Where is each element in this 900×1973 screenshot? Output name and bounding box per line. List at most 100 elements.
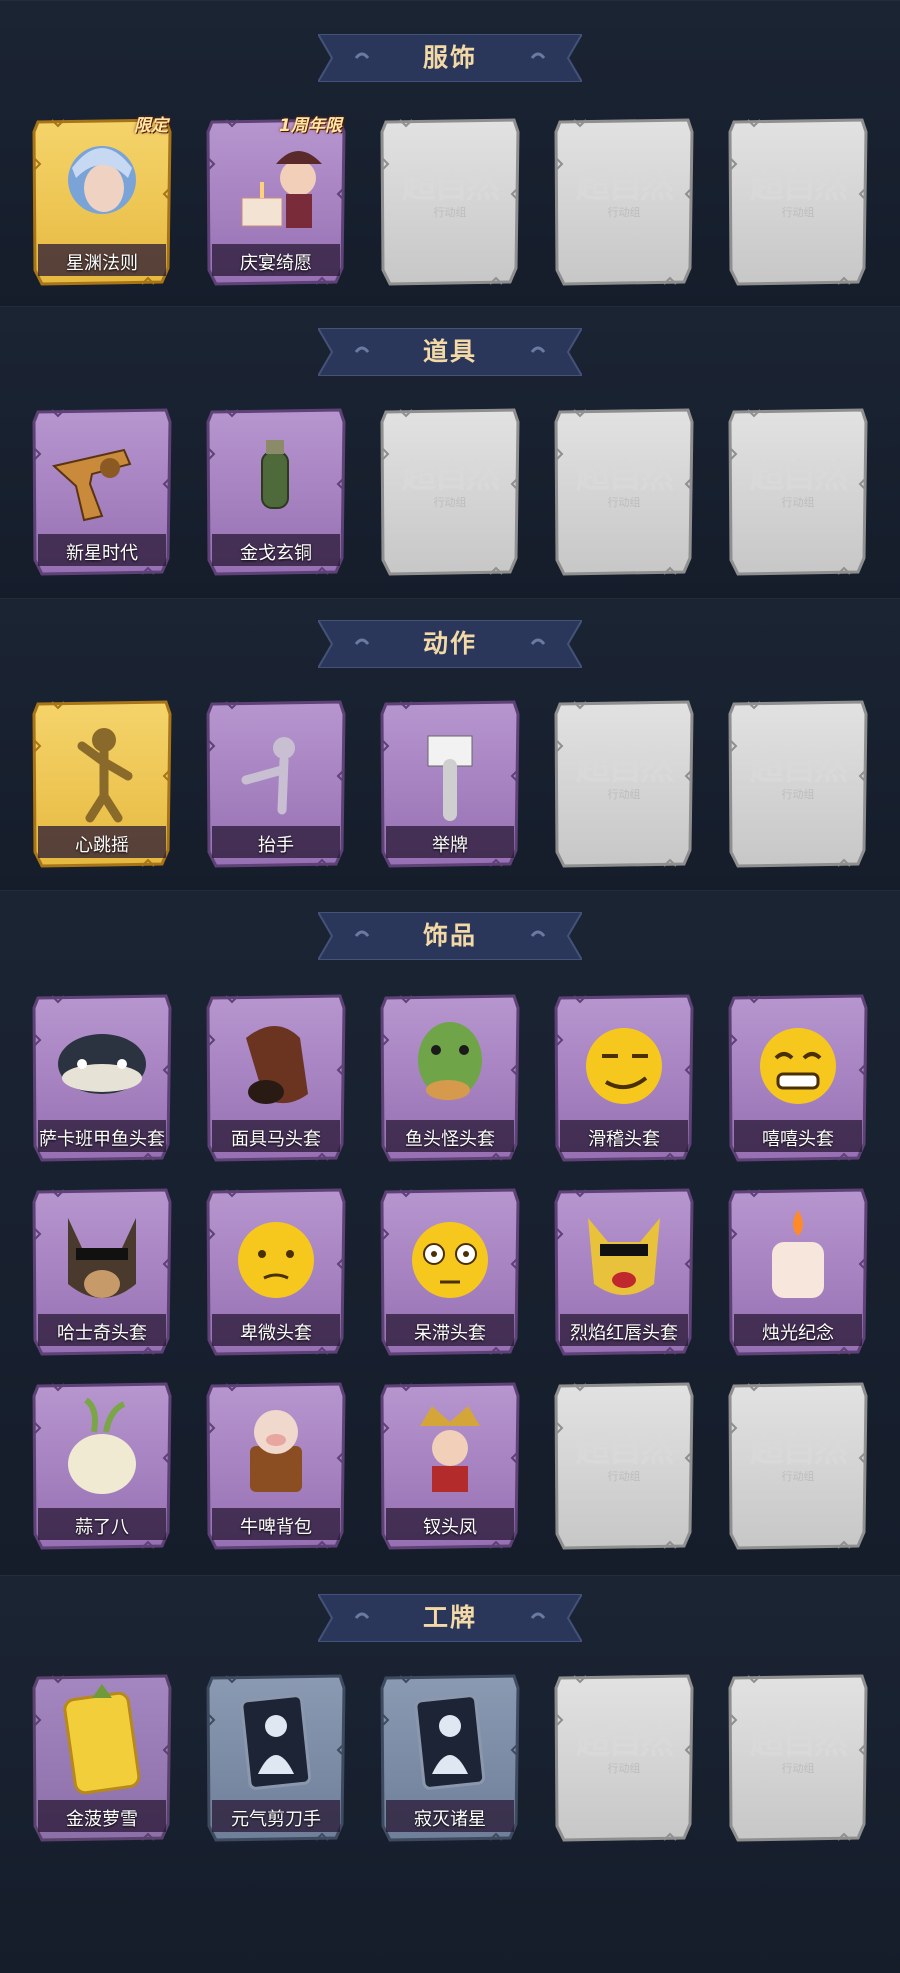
placeholder-logo-text: 超自然 — [750, 456, 848, 496]
item-label: 呆滞头套 — [414, 1323, 486, 1344]
dance-pose-icon — [77, 728, 133, 823]
item-label: 抬手 — [258, 835, 294, 856]
placeholder-logo-text: 超自然 — [750, 166, 848, 206]
placeholder-logo-text: 超自然 — [750, 1722, 848, 1762]
item-label: 寂灭诸星 — [414, 1809, 486, 1830]
locked-item-card: 超自然 行动组 — [554, 1382, 694, 1550]
grenade-icon — [261, 440, 289, 509]
green-fish-head-icon — [418, 1022, 482, 1100]
placeholder-logo-text: 超自然 — [576, 748, 674, 788]
placeholder-logo-text: 超自然 — [576, 1722, 674, 1762]
item-label: 新星时代 — [66, 543, 138, 564]
locked-item-card: 超自然 行动组 — [728, 1674, 868, 1842]
horse-head-icon — [246, 1026, 308, 1104]
fish-head-icon — [58, 1034, 146, 1094]
item-label: 蒜了八 — [75, 1517, 129, 1538]
cow-beer-icon — [250, 1410, 302, 1492]
item-label: 金菠萝雪 — [66, 1809, 138, 1830]
item-card[interactable]: 元气剪刀手 — [206, 1674, 346, 1842]
item-card[interactable]: 举牌 — [380, 700, 520, 868]
item-card[interactable]: 星渊法则 限定 — [32, 116, 172, 286]
item-card[interactable]: 滑稽头套 — [554, 994, 694, 1162]
pineapple-card-icon — [63, 1684, 141, 1795]
placeholder-logo-text: 超自然 — [402, 166, 500, 206]
locked-item-card: 超自然 行动组 — [728, 408, 868, 576]
placeholder-logo-text: 超自然 — [402, 456, 500, 496]
item-card[interactable]: 鱼头怪头套 — [380, 994, 520, 1162]
item-card[interactable]: 寂灭诸星 — [380, 1674, 520, 1842]
limited-badge: 1周年限 — [279, 116, 342, 136]
item-card[interactable]: 抬手 — [206, 700, 346, 868]
victory-pose-card-icon — [240, 1694, 312, 1790]
item-label: 面具马头套 — [231, 1129, 321, 1150]
item-label: 鱼头怪头套 — [405, 1129, 495, 1150]
item-label: 庆宴绮愿 — [240, 253, 312, 274]
candle-icon — [772, 1210, 824, 1298]
item-label: 牛啤背包 — [240, 1517, 312, 1538]
item-card[interactable]: 金戈玄铜 — [206, 408, 346, 576]
placeholder-logo-text: 超自然 — [750, 748, 848, 788]
revolver-icon — [51, 448, 132, 522]
placeholder-logo-subtitle: 行动组 — [781, 788, 815, 801]
placeholder-logo-text: 超自然 — [576, 166, 674, 206]
item-card[interactable]: 卑微头套 — [206, 1188, 346, 1356]
item-card[interactable]: 嘻嘻头套 — [728, 994, 868, 1162]
item-label: 元气剪刀手 — [231, 1809, 321, 1830]
item-label: 星渊法则 — [66, 253, 138, 274]
item-card[interactable]: 金菠萝雪 — [32, 1674, 172, 1842]
item-label: 哈士奇头套 — [57, 1323, 147, 1344]
section-title: 饰品 — [422, 921, 477, 950]
item-card[interactable]: 新星时代 — [32, 408, 172, 576]
locked-item-card: 超自然 行动组 — [554, 700, 694, 868]
placeholder-logo-subtitle: 行动组 — [781, 496, 815, 509]
item-card[interactable]: 烛光纪念 — [728, 1188, 868, 1356]
placeholder-logo-subtitle: 行动组 — [607, 496, 641, 509]
item-label: 举牌 — [432, 835, 468, 856]
placeholder-logo-subtitle: 行动组 — [781, 1762, 815, 1775]
placeholder-logo-subtitle: 行动组 — [607, 1470, 641, 1483]
item-card[interactable]: 哈士奇头套 — [32, 1188, 172, 1356]
placeholder-logo-subtitle: 行动组 — [607, 788, 641, 801]
item-card[interactable]: 呆滞头套 — [380, 1188, 520, 1356]
section-banner: 饰品 — [318, 912, 582, 960]
item-card[interactable]: 牛啤背包 — [206, 1382, 346, 1550]
item-card[interactable]: 面具马头套 — [206, 994, 346, 1162]
item-label: 烈焰红唇头套 — [570, 1323, 678, 1344]
item-card[interactable]: 萨卡班甲鱼头套 — [32, 994, 172, 1162]
section-title: 工牌 — [422, 1603, 477, 1632]
locked-item-card: 超自然 行动组 — [728, 700, 868, 868]
section-banner: 服饰 — [318, 34, 582, 82]
locked-item-card: 超自然 行动组 — [728, 118, 868, 286]
placeholder-logo-text: 超自然 — [750, 1430, 848, 1470]
placeholder-logo-subtitle: 行动组 — [781, 1470, 815, 1483]
item-card[interactable]: 心跳摇 — [32, 700, 172, 868]
locked-item-card: 超自然 行动组 — [380, 118, 520, 286]
placeholder-logo-subtitle: 行动组 — [607, 1762, 641, 1775]
locked-item-card: 超自然 行动组 — [728, 1382, 868, 1550]
hold-sign-pose-icon — [427, 735, 473, 821]
section-banner: 工牌 — [318, 1594, 582, 1642]
garlic-icon — [68, 1397, 136, 1494]
item-label: 卑微头套 — [240, 1323, 312, 1344]
item-card[interactable]: 钗头凤 — [380, 1382, 520, 1550]
item-label: 钗头凤 — [423, 1517, 477, 1538]
raise-hand-pose-icon — [241, 737, 295, 815]
husky-head-icon — [68, 1218, 136, 1298]
section-title: 道具 — [422, 337, 477, 366]
humble-emoji-icon — [238, 1222, 314, 1298]
locked-item-card: 超自然 行动组 — [554, 118, 694, 286]
item-label: 萨卡班甲鱼头套 — [39, 1129, 165, 1150]
placeholder-logo-subtitle: 行动组 — [781, 206, 815, 219]
smirk-emoji-icon — [586, 1028, 662, 1104]
yellow-mask-icon — [588, 1218, 660, 1295]
placeholder-logo-text: 超自然 — [576, 1430, 674, 1470]
section-banner: 动作 — [318, 620, 582, 668]
section-banner: 道具 — [318, 328, 582, 376]
item-card[interactable]: 烈焰红唇头套 — [554, 1188, 694, 1356]
locked-item-card: 超自然 行动组 — [380, 408, 520, 576]
silhouette-card-icon — [414, 1694, 486, 1790]
dazed-emoji-icon — [412, 1222, 488, 1298]
placeholder-logo-text: 超自然 — [576, 456, 674, 496]
item-card[interactable]: 庆宴绮愿 1周年限 — [206, 116, 346, 286]
item-card[interactable]: 蒜了八 — [32, 1382, 172, 1550]
